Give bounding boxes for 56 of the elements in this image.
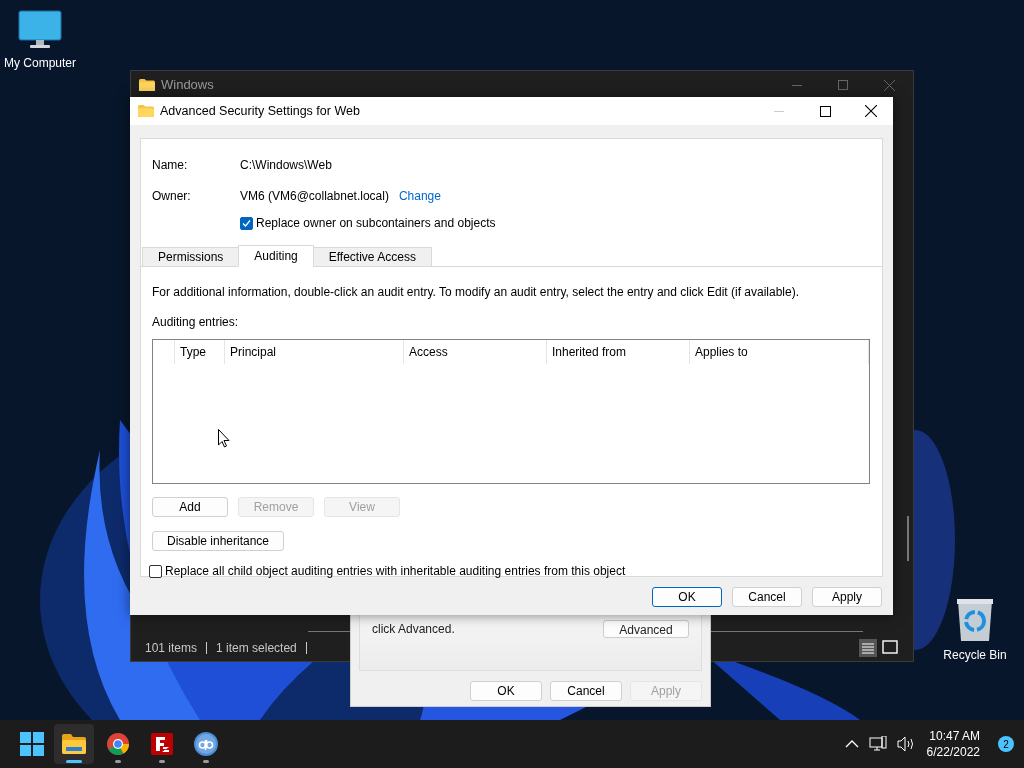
checkbox-label: Replace owner on subcontainers and objects (256, 215, 496, 232)
desktop-icon-label[interactable]: My Computer (4, 54, 76, 72)
add-button[interactable]: Add (152, 497, 228, 517)
checkbox-label: Replace all child object auditing entries with inheritable auditing entries from this object (165, 563, 626, 580)
section-label: Auditing entries: (152, 314, 240, 331)
window-title: Windows (161, 76, 214, 95)
network-icon[interactable] (868, 736, 887, 752)
checkbox[interactable] (149, 564, 162, 578)
tab[interactable]: Effective Access (312, 247, 432, 267)
browser-icon (107, 733, 129, 755)
field-label: Name: (152, 157, 189, 174)
field-label: Owner: (152, 188, 192, 205)
column-header[interactable]: Applies to (695, 343, 748, 361)
tab[interactable]: Permissions (142, 247, 240, 267)
minimize-icon[interactable] (792, 84, 802, 86)
ok-button[interactable]: OK (652, 587, 722, 607)
cursor-icon (218, 429, 230, 448)
advanced-button[interactable]: Advanced (603, 620, 689, 638)
tab[interactable]: Auditing (238, 245, 314, 267)
cancel-button[interactable]: Cancel (732, 587, 802, 607)
minimize-icon (774, 110, 784, 112)
column-header[interactable]: Inherited from (552, 343, 627, 361)
checkbox[interactable] (240, 216, 253, 230)
change-link[interactable]: Change (398, 187, 441, 205)
chevron-up-icon[interactable] (844, 740, 859, 748)
ok-button[interactable]: OK (470, 681, 542, 701)
window-title: Advanced Security Settings for Web (160, 102, 360, 120)
column-header[interactable]: Principal (230, 343, 277, 361)
notification-badge[interactable]: 2 (998, 736, 1014, 752)
column-header[interactable]: Access (409, 343, 448, 361)
field-value: VM6 (VM6@collabnet.local) (240, 188, 389, 205)
field-value: C:\Windows\Web (240, 157, 332, 174)
folder-icon (138, 104, 154, 118)
desktop-icon-label[interactable]: Recycle Bin (943, 646, 1007, 664)
column-header[interactable]: Type (180, 343, 206, 361)
info-text: For additional information, double-click an audit entry. To modify an audit entry, select the entry and click Edit (if available). (152, 284, 800, 301)
monitor-icon (18, 10, 62, 50)
status-text: 101 items (145, 640, 198, 657)
maximize-icon[interactable] (820, 105, 831, 117)
cancel-button[interactable]: Cancel (550, 681, 622, 701)
audit-entries-list[interactable]: Type Principal Access Inherited from Applies to (152, 339, 870, 484)
folder-icon (139, 78, 155, 92)
taskbar-app[interactable] (54, 724, 94, 764)
close-icon[interactable] (865, 105, 877, 117)
disable-inheritance-button[interactable]: Disable inheritance (152, 531, 284, 551)
clock-time[interactable]: 10:47 AM (929, 728, 980, 744)
folder-icon (62, 734, 86, 754)
thumbnail-view-icon[interactable] (881, 639, 899, 657)
status-text: 1 item selected (216, 640, 297, 657)
recycle-bin-icon (956, 598, 994, 642)
clock-date[interactable]: 6/22/2022 (926, 744, 980, 760)
filezilla-icon (151, 733, 173, 755)
hint-text: click Advanced. (372, 621, 455, 638)
qbittorrent-icon (194, 732, 218, 756)
start-icon[interactable] (20, 732, 44, 756)
apply-button[interactable]: Apply (812, 587, 882, 607)
